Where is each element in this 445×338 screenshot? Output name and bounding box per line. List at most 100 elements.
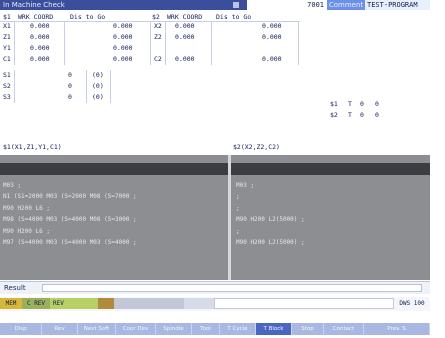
axis-label: Z2 [154,33,162,41]
result-label: Result [4,284,26,292]
spindle-unit: (0) [92,71,104,79]
tool-offset: 0 [375,100,379,108]
status-right-text: DWS 100 [399,300,425,307]
right-dis-to-go-header: Dis to Go [216,13,252,21]
spindle-value: 0 [68,82,72,90]
dist-to-go-value: 0.000 [262,22,282,30]
spindle-name: S1 [3,71,11,79]
status-bar: MEM C REV REV DWS 100 [0,297,430,311]
spindle-value: 0 [68,71,72,79]
program-number: 7001 [247,0,327,10]
softkey-stop[interactable]: Stop [292,323,324,335]
coord-table-divider [150,21,151,65]
softkey-rev[interactable]: Rev [42,323,78,335]
dist-to-go-value: 0.000 [113,33,133,41]
softkey-spindle[interactable]: Spindle [156,323,192,335]
softkey-next-soft[interactable]: Next Soft [78,323,116,335]
work-coord-value: 0.000 [30,55,50,63]
tool-number: 0 [360,100,364,108]
softkey-t-block[interactable]: T Block [256,323,292,335]
dist-to-go-value: 0.000 [113,44,133,52]
program-line: M98 (S=4000 M03 (S=4000 M08 (S=3000 ; [3,216,137,223]
softkey-tool[interactable]: Tool [192,323,220,335]
spindle-unit: (0) [92,93,104,101]
program-line: M03 ; [236,182,255,189]
softkey-contact[interactable]: Contact [324,323,364,335]
mode-indicator: MEM [0,298,22,309]
program-header-bar [0,163,430,175]
program-line: M90 H200 L2(5000) ; [236,216,305,223]
left-axis-group-label: $1(X1,Z1,Y1,C1) [3,143,62,151]
work-coord-value: 0.000 [175,33,195,41]
tool-offset: 0 [375,111,379,119]
program-name: TEST-PROGRAM [365,0,430,10]
spindle-name: S3 [3,93,11,101]
coord-table-divider [14,21,15,65]
status-segment [114,298,184,309]
right-axis-group-label: $2(X2,Z2,C2) [233,143,280,151]
axis-label: Z1 [3,33,11,41]
program-line: M03 ; [3,182,22,189]
status-message-field [214,298,394,309]
left-wrk-coord-header: WRK COORD [18,13,54,21]
tool-letter: T [348,100,352,108]
left-system-label: $1 [3,13,11,21]
rev-indicator: REV [50,298,98,309]
title-square-icon [233,2,239,8]
program-area: M03 ; N1 (S1=2000 M03 (S=2000 M08 (S=700… [0,155,430,280]
tool-number: 0 [360,111,364,119]
spindle-divider [110,70,111,103]
dist-to-go-value: 0.000 [113,22,133,30]
work-coord-value: 0.000 [30,22,50,30]
softkey-bar: Disp Rev Next Soft Coor Dev Spindle Tool… [0,323,430,335]
program-line: ; [236,228,240,235]
axis-label: X1 [3,22,11,30]
axis-label: X2 [154,22,162,30]
tool-system: $1 [330,100,338,108]
tool-letter: T [348,111,352,119]
program-line: M90 H200 L2(5000) ; [236,239,305,246]
program-line: M90 H200 L6 ; [3,205,50,212]
work-coord-value: 0.000 [175,55,195,63]
softkey-coor-dev[interactable]: Coor Dev [116,323,156,335]
result-field[interactable] [42,284,422,292]
work-coord-value: 0.000 [175,22,195,30]
program-line: M97 (S=4000 M03 (S=4000 M03 (S=4000 ; [3,239,137,246]
dist-to-go-value: 0.000 [262,33,282,41]
window-title: In Machine Check [3,1,65,9]
program-line: ; [236,193,240,200]
axis-label: C2 [154,55,162,63]
coord-table-divider [211,21,212,65]
c-rev-indicator: C REV [22,298,50,309]
result-row: Result [0,281,430,294]
program-line: ; [236,205,240,212]
axis-label: Y1 [3,44,11,52]
softkey-disp[interactable]: Disp [0,323,42,335]
left-dis-to-go-header: Dis to Go [70,13,106,21]
program-line: N1 (S1=2000 M03 (S=2000 M08 (S=7000 ; [3,193,137,200]
tool-system: $2 [330,111,338,119]
spindle-unit: (0) [92,82,104,90]
coord-table-divider [298,21,299,65]
tool-panel: $1 T 0 0 $2 T 0 0 [330,100,430,126]
right-wrk-coord-header: WRK COORD [167,13,203,21]
program-divider [228,155,231,280]
status-segment [184,298,214,309]
right-system-label: $2 [152,13,160,21]
dist-to-go-value: 0.000 [113,55,133,63]
dist-to-go-value: 0.000 [262,55,282,63]
softkey-prev[interactable]: Prev. S [364,323,430,335]
spindle-value: 0 [68,93,72,101]
work-coord-value: 0.000 [30,33,50,41]
spindle-name: S2 [3,82,11,90]
work-coord-value: 0.000 [30,44,50,52]
comment-label: Comment [327,0,365,10]
spindle-panel: S1 0 (0) S2 0 (0) S3 0 (0) [0,70,150,104]
spindle-divider [14,70,15,103]
status-segment [98,298,114,309]
axis-label: C1 [3,55,11,63]
title-bar: In Machine Check 7001 Comment TEST-PROGR… [0,0,430,10]
coord-table-divider [165,21,166,65]
softkey-t-cycle[interactable]: T Cycle [220,323,256,335]
program-line: M90 H200 L6 ; [3,228,50,235]
